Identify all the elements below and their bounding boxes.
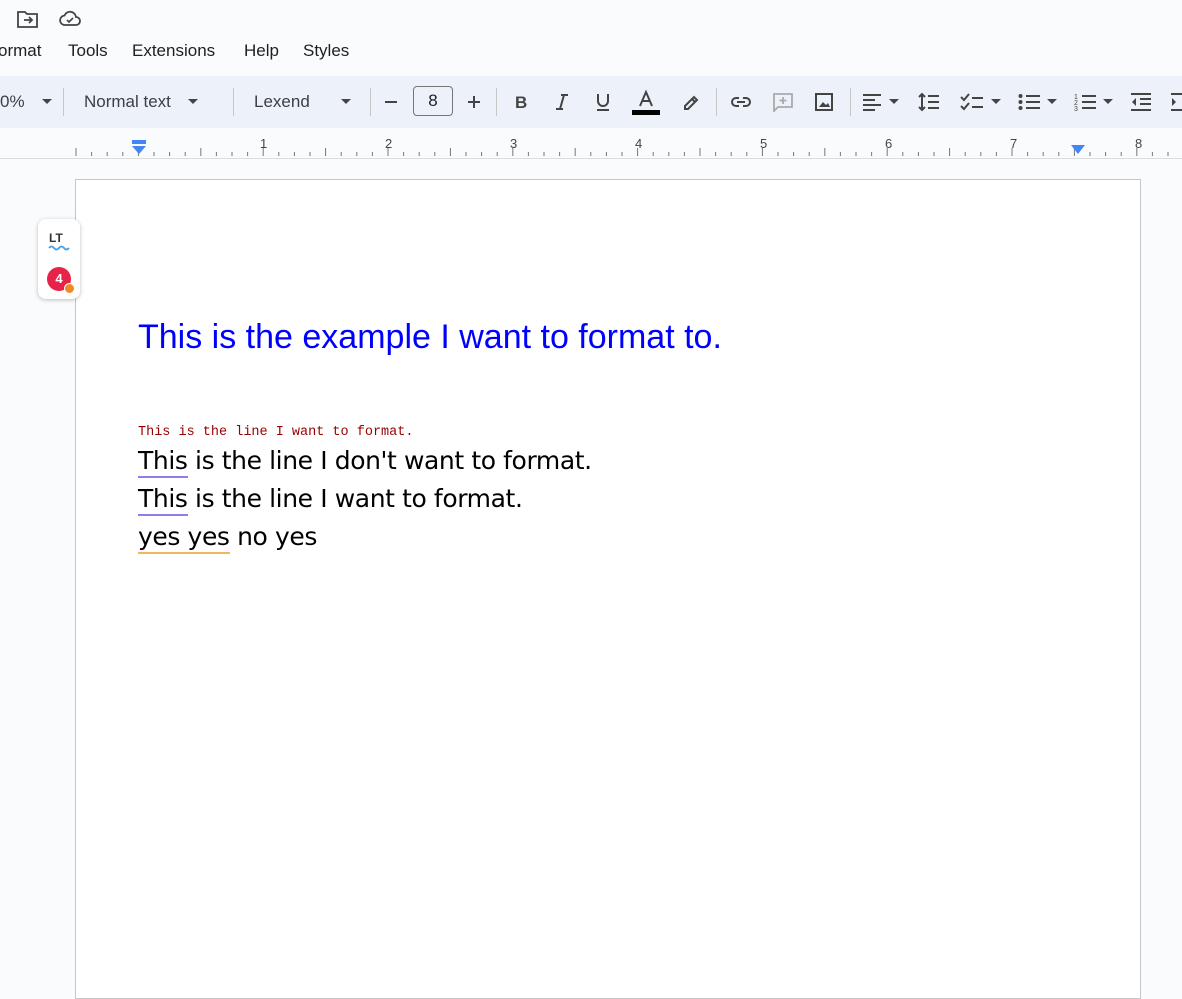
- chevron-down-icon: [1103, 99, 1113, 104]
- body-line[interactable]: This is the line I don't want to format.: [138, 446, 592, 478]
- menu-help[interactable]: Help: [244, 41, 279, 61]
- body-line[interactable]: yes yes no yes: [138, 522, 317, 554]
- spelling-flag[interactable]: This: [138, 446, 188, 478]
- ruler-number: 1: [260, 136, 268, 151]
- move-to-folder-icon[interactable]: [16, 8, 40, 35]
- bulleted-list-icon: [1018, 94, 1040, 110]
- chevron-down-icon: [187, 99, 198, 104]
- ruler-number: 2: [385, 136, 393, 151]
- languagetool-widget[interactable]: LT 4: [38, 219, 80, 299]
- insert-link-button[interactable]: [730, 89, 752, 115]
- font-select[interactable]: Lexend: [254, 89, 352, 115]
- decrease-indent-button[interactable]: [1130, 89, 1152, 115]
- chevron-down-icon: [41, 99, 52, 104]
- bulleted-list-select[interactable]: [1018, 89, 1058, 115]
- insert-image-button[interactable]: [814, 89, 834, 115]
- chevron-down-icon: [341, 99, 351, 104]
- image-icon: [815, 93, 833, 111]
- status-dot: [64, 283, 75, 294]
- toolbar-divider: [850, 88, 851, 116]
- line-spacing-icon: [918, 92, 939, 112]
- add-comment-icon: [773, 93, 793, 112]
- increase-indent-icon: [1171, 93, 1182, 111]
- ruler-number: 4: [635, 136, 643, 151]
- ruler-number: 6: [885, 136, 893, 151]
- ruler-ticks: [75, 148, 1169, 156]
- text-color-icon: [632, 89, 660, 115]
- line-spacing-button[interactable]: [918, 89, 940, 115]
- font-size-input[interactable]: 8: [413, 86, 453, 116]
- chevron-down-icon: [889, 99, 899, 104]
- toolbar-divider: [233, 88, 234, 116]
- svg-text:B: B: [515, 93, 527, 111]
- body-text: is the line I want to format.: [187, 484, 523, 513]
- ruler-number: 3: [510, 136, 518, 151]
- svg-text:3: 3: [1074, 106, 1078, 112]
- toolbar-divider: [496, 88, 497, 116]
- decrease-indent-icon: [1131, 93, 1151, 111]
- numbered-list-icon: 123: [1074, 94, 1096, 112]
- zoom-select[interactable]: 0%: [0, 89, 53, 115]
- ruler[interactable]: 1 2 3 4 5 6 7 8: [0, 134, 1182, 159]
- highlight-color-button[interactable]: [680, 89, 700, 115]
- align-left-icon: [863, 94, 881, 111]
- underline-icon: [597, 94, 609, 111]
- minus-icon: [385, 101, 397, 103]
- add-comment-button[interactable]: [772, 89, 794, 115]
- ruler-number: 5: [760, 136, 768, 151]
- right-indent-marker-icon[interactable]: [1070, 144, 1086, 156]
- menu-styles[interactable]: Styles: [303, 41, 349, 61]
- ruler-number: 7: [1010, 136, 1018, 151]
- heading-line[interactable]: This is the example I want to format to.: [138, 318, 722, 357]
- menu-extensions[interactable]: Extensions: [132, 41, 215, 61]
- cloud-status-icon[interactable]: [57, 8, 83, 35]
- grammar-flag[interactable]: yes yes: [138, 522, 230, 554]
- body-line[interactable]: This is the line I want to format.: [138, 484, 523, 516]
- toolbar-divider: [63, 88, 64, 116]
- bold-button[interactable]: B: [512, 89, 530, 115]
- paragraph-style-value: Normal text: [84, 92, 171, 111]
- menu-tools[interactable]: Tools: [68, 41, 108, 61]
- document-page[interactable]: [75, 179, 1141, 999]
- italic-icon: [556, 94, 568, 110]
- zoom-value: 0%: [0, 92, 25, 111]
- body-text: is the line I don't want to format.: [187, 446, 592, 475]
- italic-button[interactable]: [553, 89, 571, 115]
- spelling-flag[interactable]: This: [138, 484, 188, 516]
- formatted-line[interactable]: This is the line I want to format.: [138, 425, 413, 440]
- title-icons: [0, 0, 1182, 38]
- left-indent-marker-icon[interactable]: [131, 140, 147, 156]
- font-value: Lexend: [254, 92, 310, 111]
- toolbar-divider: [370, 88, 371, 116]
- align-select[interactable]: [862, 89, 900, 115]
- toolbar: 0% Normal text Lexend B 1 2 3: [0, 76, 1182, 128]
- bold-icon: B: [515, 93, 527, 111]
- plus-icon: [468, 96, 480, 108]
- highlighter-icon: [684, 95, 699, 110]
- chevron-down-icon: [1047, 99, 1057, 104]
- toolbar-divider: [716, 88, 717, 116]
- checklist-select[interactable]: [960, 89, 1002, 115]
- text-color-button[interactable]: [632, 89, 660, 115]
- languagetool-logo-icon: LT: [48, 231, 70, 251]
- underline-button[interactable]: [594, 89, 612, 115]
- paragraph-style-select[interactable]: Normal text: [84, 89, 199, 115]
- menu-bar: ormat Tools Extensions Help Styles: [0, 38, 1182, 66]
- link-icon: [731, 97, 751, 107]
- increase-indent-button[interactable]: [1170, 89, 1182, 115]
- ruler-number: 8: [1135, 136, 1143, 151]
- checklist-icon: [960, 93, 983, 111]
- increase-font-size-button[interactable]: [466, 89, 482, 115]
- chevron-down-icon: [991, 99, 1001, 104]
- menu-format[interactable]: ormat: [0, 41, 41, 61]
- body-text: no yes: [229, 522, 317, 551]
- numbered-list-select[interactable]: 123: [1074, 89, 1114, 115]
- svg-text:LT: LT: [49, 231, 63, 245]
- decrease-font-size-button[interactable]: [383, 89, 399, 115]
